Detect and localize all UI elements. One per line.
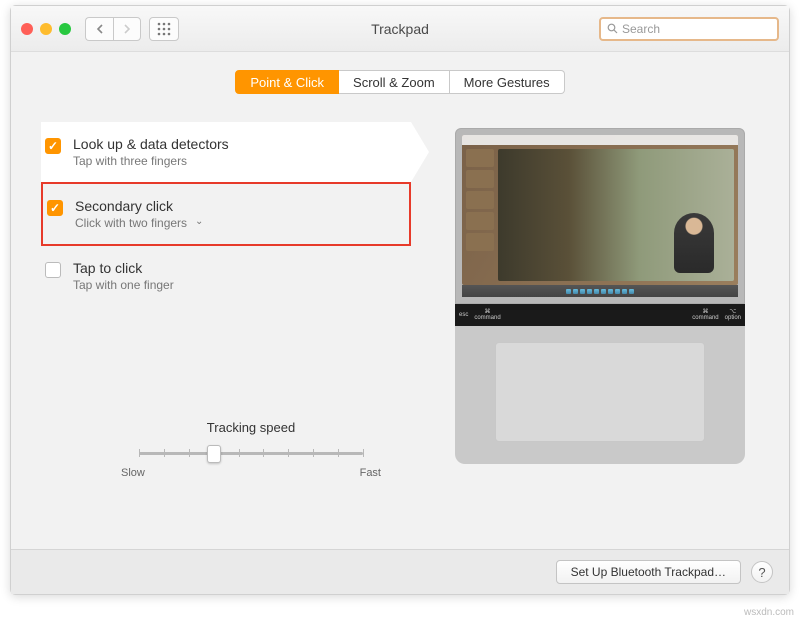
content: Point & Click Scroll & Zoom More Gesture…: [11, 52, 789, 549]
option-secondary-click[interactable]: Secondary click Click with two fingers: [41, 182, 411, 246]
setup-bluetooth-button[interactable]: Set Up Bluetooth Trackpad…: [556, 560, 741, 584]
touchbar: esc ⌘command ⌘command ⌥option: [455, 304, 745, 326]
screen-content: [462, 135, 738, 285]
option-subtitle: Tap with one finger: [73, 278, 174, 292]
titlebar: Trackpad Search: [11, 6, 789, 52]
thumbs: [466, 149, 494, 251]
option-subtitle: Tap with three fingers: [73, 154, 229, 168]
back-button[interactable]: [85, 17, 113, 41]
tracking-speed-slider[interactable]: [139, 443, 363, 463]
option-title: Look up & data detectors: [73, 136, 229, 152]
trackpad-surface: [495, 342, 705, 442]
option-title: Tap to click: [73, 260, 174, 276]
photo: [498, 149, 734, 281]
nav-buttons: [85, 17, 141, 41]
option-title: Secondary click: [75, 198, 203, 214]
laptop-screen: [455, 128, 745, 304]
slider-knob[interactable]: [207, 445, 221, 463]
prefs-window: Trackpad Search Point & Click Scroll & Z…: [10, 5, 790, 595]
search-icon: [607, 23, 618, 34]
window-controls: [21, 23, 71, 35]
tracking-speed: Tracking speed Slow Fast: [121, 420, 381, 479]
tab-point-click[interactable]: Point & Click: [235, 70, 339, 94]
minimize-icon[interactable]: [40, 23, 52, 35]
slider-min: Slow: [121, 467, 145, 479]
forward-button[interactable]: [113, 17, 141, 41]
option-look-up[interactable]: Look up & data detectors Tap with three …: [41, 122, 411, 182]
laptop-body: [455, 326, 745, 464]
tabs: Point & Click Scroll & Zoom More Gesture…: [41, 70, 759, 94]
watermark: wsxdn.com: [744, 607, 794, 618]
preview-pane: esc ⌘command ⌘command ⌥option: [441, 122, 759, 535]
help-button[interactable]: ?: [751, 561, 773, 583]
checkbox-tap-to-click[interactable]: [45, 262, 61, 278]
show-all-button[interactable]: [149, 17, 179, 41]
slider-max: Fast: [360, 467, 381, 479]
option-tap-to-click[interactable]: Tap to click Tap with one finger: [41, 246, 411, 306]
tab-more-gestures[interactable]: More Gestures: [450, 70, 565, 94]
checkbox-secondary-click[interactable]: [47, 200, 63, 216]
option-subtitle-dropdown[interactable]: Click with two fingers: [75, 216, 203, 230]
zoom-icon[interactable]: [59, 23, 71, 35]
search-input[interactable]: Search: [599, 17, 779, 41]
footer: Set Up Bluetooth Trackpad… ?: [11, 549, 789, 594]
close-icon[interactable]: [21, 23, 33, 35]
laptop-preview: esc ⌘command ⌘command ⌥option: [455, 128, 745, 464]
tracking-speed-label: Tracking speed: [121, 420, 381, 435]
checkbox-look-up[interactable]: [45, 138, 61, 154]
dock-icon: [462, 285, 738, 297]
search-placeholder: Search: [622, 22, 660, 36]
tab-scroll-zoom[interactable]: Scroll & Zoom: [339, 70, 450, 94]
